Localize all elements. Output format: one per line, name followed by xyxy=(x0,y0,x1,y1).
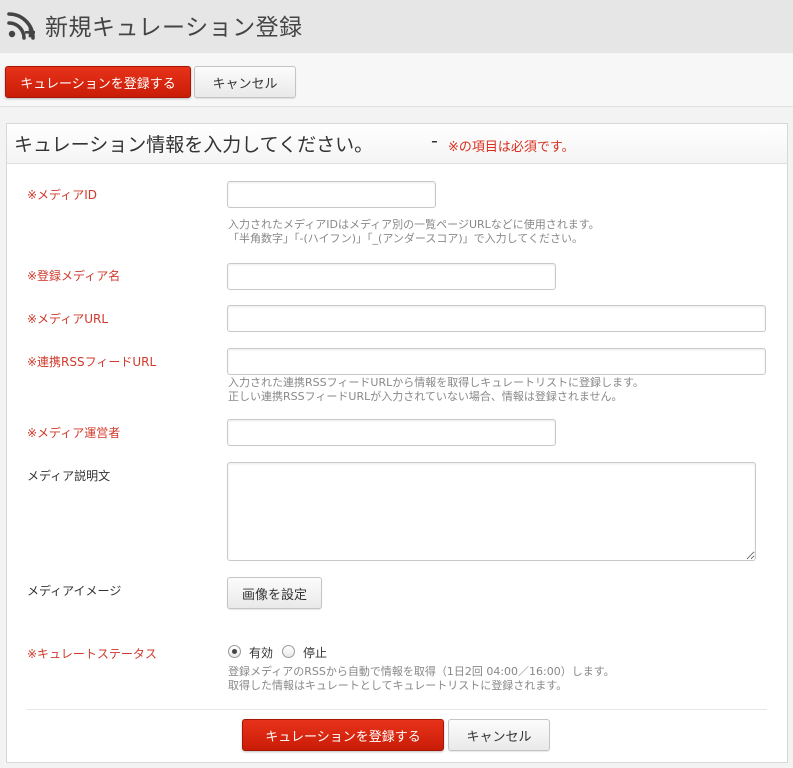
page-header: 新規キュレーション登録 xyxy=(0,0,793,53)
media-id-input[interactable] xyxy=(227,181,436,208)
page-title: 新規キュレーション登録 xyxy=(45,15,303,41)
panel-title: キュレーション情報を入力してください。 xyxy=(14,134,374,156)
divider xyxy=(27,709,767,710)
description-textarea[interactable] xyxy=(227,462,756,561)
description-label: メディア説明文 xyxy=(27,469,111,483)
image-label: メディアイメージ xyxy=(27,584,122,598)
panel-header: キュレーション情報を入力してください。 - ※の項目は必須です。 xyxy=(7,124,787,164)
status-stop-radio[interactable] xyxy=(282,645,295,658)
form-panel: キュレーション情報を入力してください。 - ※の項目は必須です。 ※メディアID… xyxy=(6,123,788,763)
rss-url-help-2: 正しい連携RSSフィードURLが入力されていない場合、情報は登録されません。 xyxy=(228,390,623,403)
rss-url-input[interactable] xyxy=(227,348,766,375)
register-button-bottom[interactable]: キュレーションを登録する xyxy=(242,719,444,751)
media-id-label: ※メディアID xyxy=(27,188,97,202)
operator-label: ※メディア運営者 xyxy=(27,426,121,440)
status-active-radio[interactable] xyxy=(228,645,241,658)
rss-url-label: ※連携RSSフィードURL xyxy=(27,355,157,369)
status-label: ※キュレートステータス xyxy=(27,647,157,661)
rss-add-icon xyxy=(7,12,35,40)
panel-title-separator: - xyxy=(431,130,438,152)
cancel-button-bottom[interactable]: キャンセル xyxy=(448,719,550,751)
operator-input[interactable] xyxy=(227,419,556,446)
required-note: ※の項目は必須です。 xyxy=(448,140,575,155)
set-image-button[interactable]: 画像を設定 xyxy=(227,577,322,609)
register-button-top[interactable]: キュレーションを登録する xyxy=(5,66,191,98)
cancel-button-top[interactable]: キャンセル xyxy=(194,66,296,98)
status-stop-label: 停止 xyxy=(303,646,328,660)
media-id-help-1: 入力されたメディアIDはメディア別の一覧ページURLなどに使用されます。 xyxy=(228,218,600,231)
media-url-input[interactable] xyxy=(227,305,766,332)
media-name-input[interactable] xyxy=(227,263,556,290)
status-help-2: 取得した情報はキュレートとしてキュレートリストに登録されます。 xyxy=(228,679,568,692)
media-name-label: ※登録メディア名 xyxy=(27,269,121,283)
status-help-1: 登録メディアのRSSから自動で情報を取得（1日2回 04:00／16:00）しま… xyxy=(228,665,615,678)
toolbar: キュレーションを登録する キャンセル xyxy=(0,53,793,107)
status-active-label: 有効 xyxy=(249,646,274,660)
media-id-help-2: 「半角数字」「-(ハイフン)」「_(アンダースコア)」で入力してください。 xyxy=(228,232,583,245)
rss-url-help-1: 入力された連携RSSフィードURLから情報を取得しキュレートリストに登録します。 xyxy=(228,376,644,389)
media-url-label: ※メディアURL xyxy=(27,312,109,326)
